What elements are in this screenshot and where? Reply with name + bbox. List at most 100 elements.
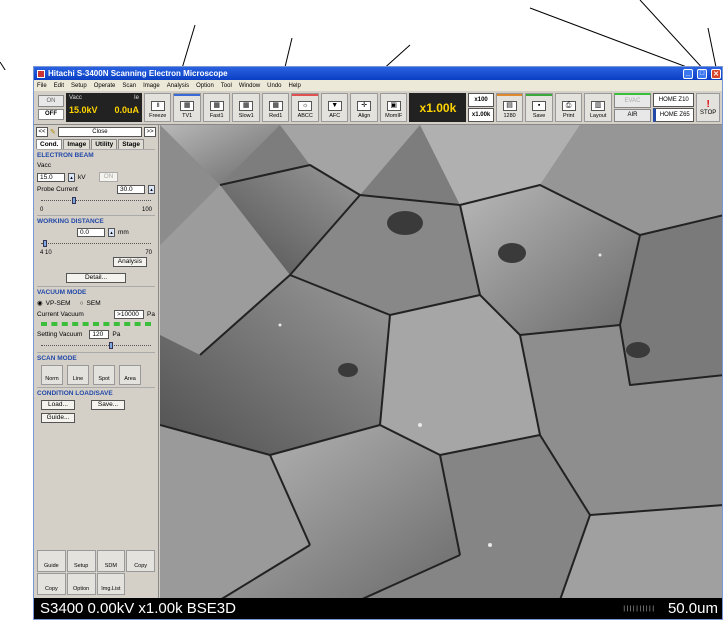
align-button[interactable]: ✛ Align [350,93,378,122]
maximize-icon[interactable]: □ [697,68,707,79]
menu-edit[interactable]: Edit [54,83,64,89]
title-bar: Hitachi S-3400N Scanning Electron Micros… [34,67,722,80]
application-window: Hitachi S-3400N Scanning Electron Micros… [33,66,723,620]
guide-tool[interactable]: Guide [37,550,66,572]
mag-x100-button[interactable]: x100 [468,93,494,107]
menu-file[interactable]: File [37,83,47,89]
setting-vacuum-label: Setting Vacuum [37,331,83,338]
setting-vacuum-field[interactable]: 120 [89,330,110,339]
layout-button[interactable]: ▥ Layout [584,93,612,122]
vp-sem-radio[interactable]: ◉ [37,299,43,307]
menu-window[interactable]: Window [239,83,260,89]
abcc-button[interactable]: ☼ ABCC [291,93,319,122]
fast1-button[interactable]: ▦ Fast1 [202,93,231,122]
img-list-tool[interactable]: Img.List [96,573,126,595]
ie-readout: 0.0uA [114,105,139,115]
detail-button[interactable]: Detail... [66,273,126,283]
air-button[interactable]: AIR [613,108,652,122]
resolution-icon: ▤ [502,101,517,111]
monitor-icon: ▣ [386,101,401,111]
menu-operate[interactable]: Operate [94,83,116,89]
tab-stage[interactable]: Stage [118,139,144,149]
save-condition-button[interactable]: Save... [91,400,125,410]
app-icon [37,69,45,78]
menu-option[interactable]: Option [196,83,214,89]
menu-analysis[interactable]: Analysis [167,83,189,89]
tab-image[interactable]: Image [63,139,91,149]
probe-min-label: 0 [40,207,44,213]
menu-undo[interactable]: Undo [267,83,281,89]
ie-label: Ie [133,95,139,101]
probe-current-label: Probe Current [37,186,78,193]
analysis-button[interactable]: Analysis [112,257,147,267]
pin-icon[interactable]: ✎ [50,128,56,136]
panel-tools: Guide Setup SDM Copy Copy Option Img.Lis… [37,550,155,595]
copy-tool-2[interactable]: Copy [37,573,66,595]
resolution-button[interactable]: ▤ 1280 [495,93,524,122]
wd-min-label: 4 [40,250,44,256]
working-distance-heading: WORKING DISTANCE [37,218,104,225]
hv-off-button[interactable]: OFF [38,108,64,120]
spinner-icon[interactable]: ▴ [148,185,155,194]
mm-unit: mm [118,229,129,236]
hv-panel-on-button[interactable]: ON [98,172,119,182]
spot-button[interactable]: Spot [93,365,115,385]
toolbar: ON OFF Vacc Ie 15.0kV 0.0uA ॥ Freeze ▦ TV1 ▦… [34,91,722,125]
home-z65-button[interactable]: HOME Z65 [653,108,695,122]
save-button[interactable]: ▪ Save [525,93,553,122]
window-title: Hitachi S-3400N Scanning Electron Micros… [48,69,228,78]
vacuum-slider[interactable] [41,342,151,350]
image-status-bar: S3400 0.00kV x1.00k BSE3D | | | | | | | … [34,598,722,619]
printer-icon: ⎙ [561,101,576,111]
crosshair-icon: ✛ [357,101,372,111]
spinner-icon[interactable]: ▴ [68,172,75,182]
sem-radio[interactable]: ○ [80,300,84,307]
scan-icon: ▦ [268,101,283,111]
wd-slider[interactable] [41,240,151,248]
tab-cond[interactable]: Cond. [36,139,63,149]
print-button[interactable]: ⎙ Print [554,93,583,122]
line-button[interactable]: Line [67,365,89,385]
spinner-icon[interactable]: ▴ [108,228,115,237]
copy-tool[interactable]: Copy [126,550,155,572]
panel-collapse-button[interactable]: << [36,127,48,137]
panel-close-button[interactable]: Close [57,127,142,137]
tv1-button[interactable]: ▦ TV1 [173,93,201,122]
probe-current-slider[interactable] [41,197,151,205]
probe-current-select[interactable]: 30.0 [117,185,145,194]
menu-tool[interactable]: Tool [221,83,232,89]
sem-image-view[interactable] [160,125,722,600]
menu-help[interactable]: Help [289,83,301,89]
minimize-icon[interactable]: _ [683,68,693,79]
menu-scan[interactable]: Scan [122,83,136,89]
norm-button[interactable]: Norm [41,365,63,385]
hv-control: ON OFF Vacc Ie 15.0kV 0.0uA [36,93,142,122]
vacuum-mode-heading: VACUUM MODE [37,289,87,296]
home-z10-button[interactable]: HOME Z10 [653,93,695,107]
pa-unit: Pa [112,331,121,338]
panel-expand-button[interactable]: >> [144,127,156,137]
menu-image[interactable]: Image [143,83,160,89]
freeze-button[interactable]: ॥ Freeze [143,93,172,122]
magnification-display: x1.00k [409,93,467,122]
hv-on-button[interactable]: ON [38,95,64,107]
afc-button[interactable]: ▼ AFC [320,93,349,122]
vacc-select[interactable]: 15.0 [37,172,65,182]
menu-setup[interactable]: Setup [71,83,87,89]
setup-tool[interactable]: Setup [66,550,96,572]
wd-select[interactable]: 0.0 [77,228,105,237]
red1-button[interactable]: ▦ Red1 [261,93,290,122]
slow1-button[interactable]: ▦ Slow1 [232,93,260,122]
momif-button[interactable]: ▣ MomIF [379,93,408,122]
home-controls: HOME Z10 HOME Z65 [653,93,695,122]
sdm-tool[interactable]: SDM [96,550,126,572]
load-button[interactable]: Load... [41,400,75,410]
tab-utility[interactable]: Utility [91,139,118,149]
area-button[interactable]: Area [119,365,141,385]
close-icon[interactable]: ✕ [711,68,721,79]
option-tool[interactable]: Option [66,573,96,595]
evac-button[interactable]: EVAC [613,93,652,108]
mag-x1k-button[interactable]: x1.00k [468,108,494,122]
guide-button[interactable]: Guide... [41,413,75,423]
stop-button[interactable]: ! STOP [696,93,720,122]
